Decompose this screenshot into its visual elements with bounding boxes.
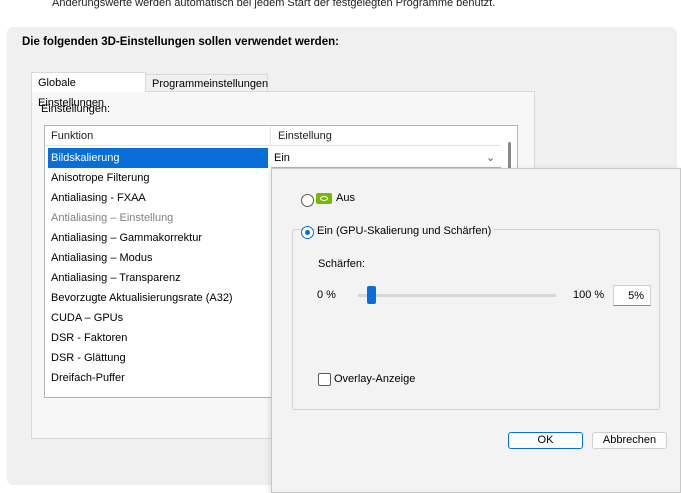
column-header-setting[interactable]: Einstellung: [278, 130, 332, 142]
radio-off-label[interactable]: Aus: [336, 192, 355, 204]
radio-on[interactable]: [301, 226, 314, 239]
overlay-label[interactable]: Overlay-Anzeige: [334, 373, 415, 385]
radio-off[interactable]: [301, 194, 314, 207]
overlay-checkbox[interactable]: [318, 373, 331, 386]
sharpen-slider-thumb[interactable]: [366, 286, 376, 304]
info-text: Änderungswerte werden automatisch bei je…: [52, 0, 496, 9]
table-row[interactable]: Antialiasing - FXAA: [48, 188, 268, 208]
table-row[interactable]: Antialiasing – Modus: [48, 248, 268, 268]
table-row: Antialiasing – Einstellung: [51, 212, 174, 224]
table-row[interactable]: CUDA – GPUs: [48, 308, 268, 328]
sharpen-value-input[interactable]: 5%: [613, 285, 651, 306]
table-row[interactable]: Bevorzugte Aktualisierungsrate (A32): [48, 288, 268, 308]
chevron-down-icon[interactable]: ⌄: [486, 148, 495, 168]
header-divider: [45, 145, 500, 146]
sharpen-slider-track[interactable]: [358, 294, 556, 297]
tab-program-settings[interactable]: Programmeinstellungen: [146, 74, 268, 92]
setting-value-dropdown[interactable]: Ein: [271, 148, 502, 168]
nvidia-logo-icon: [316, 193, 332, 204]
table-row[interactable]: DSR - Glättung: [48, 348, 268, 368]
column-header-function[interactable]: Funktion: [51, 130, 93, 142]
table-row[interactable]: DSR - Faktoren: [48, 328, 268, 348]
table-row[interactable]: Anisotrope Filterung: [48, 168, 268, 188]
sharpen-label: Schärfen:: [318, 258, 366, 270]
table-row[interactable]: Dreifach-Puffer: [48, 368, 268, 388]
slider-max-label: 100 %: [573, 289, 605, 301]
slider-min-label: 0 %: [317, 289, 336, 301]
section-heading: Die folgenden 3D-Einstellungen sollen ve…: [22, 36, 339, 48]
tab-global-settings[interactable]: Globale Einstellungen: [31, 72, 146, 109]
radio-on-label[interactable]: Ein (GPU-Skalierung und Schärfen): [315, 225, 494, 237]
column-separator: [270, 126, 271, 146]
table-row[interactable]: Antialiasing – Transparenz: [48, 268, 268, 288]
ok-button[interactable]: OK: [508, 432, 583, 449]
table-row-bildskalierung[interactable]: Bildskalierung: [48, 148, 268, 168]
cancel-button[interactable]: Abbrechen: [592, 432, 667, 449]
table-row[interactable]: Antialiasing – Gammakorrektur: [48, 228, 268, 248]
